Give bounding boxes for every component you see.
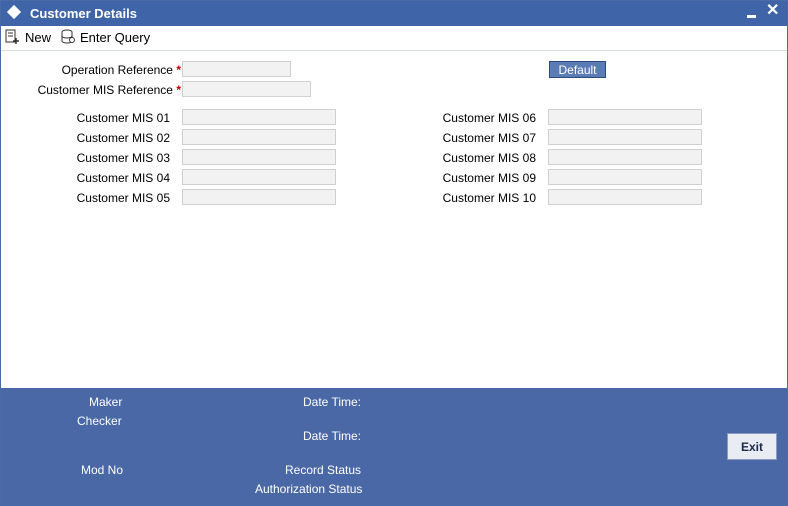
customer-mis-09-input[interactable] — [548, 169, 702, 185]
customer-details-window: Customer Details ✕ New Enter Query Opera… — [0, 0, 788, 506]
checker-label: Checker — [77, 414, 122, 428]
customer-mis-10-label: Customer MIS 10 — [442, 191, 536, 205]
customer-mis-06-input[interactable] — [548, 109, 702, 125]
window-title: Customer Details — [30, 6, 137, 21]
maker-label: Maker — [89, 395, 123, 409]
customer-mis-03-label: Customer MIS 03 — [76, 151, 170, 165]
enter-query-button[interactable]: Enter Query — [60, 28, 150, 46]
customer-mis-07-label: Customer MIS 07 — [442, 131, 536, 145]
customer-mis-06-label: Customer MIS 06 — [442, 111, 536, 125]
audit-footer: Maker Checker Date Time: Date Time: Mod … — [1, 388, 787, 505]
checker-date-time-label: Date Time: — [303, 429, 362, 443]
customer-mis-08-input[interactable] — [548, 149, 702, 165]
customer-mis-02-label: Customer MIS 02 — [76, 131, 170, 145]
customer-mis-08-label: Customer MIS 08 — [442, 151, 536, 165]
operation-reference-label: Operation Reference * — [21, 63, 181, 77]
new-label: New — [25, 29, 52, 45]
exit-button[interactable]: Exit — [727, 433, 777, 460]
default-button[interactable]: Default — [549, 61, 606, 78]
new-button[interactable]: New — [5, 28, 51, 46]
customer-mis-09-label: Customer MIS 09 — [442, 171, 536, 185]
authorization-status-label: Authorization Status — [255, 482, 363, 496]
toolbar: New Enter Query — [1, 26, 787, 51]
diamond-icon — [6, 4, 22, 20]
customer-mis-10-input[interactable] — [548, 189, 702, 205]
customer-mis-reference-text: Customer MIS Reference — [37, 83, 173, 97]
customer-mis-05-input[interactable] — [182, 189, 336, 205]
mod-no-label: Mod No — [81, 463, 124, 477]
query-icon — [61, 29, 75, 44]
customer-mis-reference-label: Customer MIS Reference * — [11, 83, 181, 97]
customer-mis-01-input[interactable] — [182, 109, 336, 125]
maker-date-time-label: Date Time: — [303, 395, 362, 409]
close-icon[interactable]: ✕ — [766, 3, 779, 19]
customer-mis-reference-input[interactable] — [182, 81, 311, 97]
customer-mis-01-label: Customer MIS 01 — [76, 111, 170, 125]
customer-mis-04-label: Customer MIS 04 — [76, 171, 170, 185]
customer-mis-03-input[interactable] — [182, 149, 336, 165]
minimize-icon[interactable] — [747, 15, 756, 18]
operation-reference-text: Operation Reference — [61, 63, 173, 77]
record-status-label: Record Status — [285, 463, 362, 477]
new-document-icon — [5, 29, 19, 44]
enter-query-label: Enter Query — [80, 29, 151, 45]
operation-reference-input[interactable] — [182, 61, 291, 77]
customer-mis-05-label: Customer MIS 05 — [76, 191, 170, 205]
required-marker: * — [176, 63, 181, 77]
required-marker: * — [176, 83, 181, 97]
title-bar: Customer Details ✕ — [1, 1, 787, 26]
customer-mis-04-input[interactable] — [182, 169, 336, 185]
customer-mis-02-input[interactable] — [182, 129, 336, 145]
customer-mis-07-input[interactable] — [548, 129, 702, 145]
